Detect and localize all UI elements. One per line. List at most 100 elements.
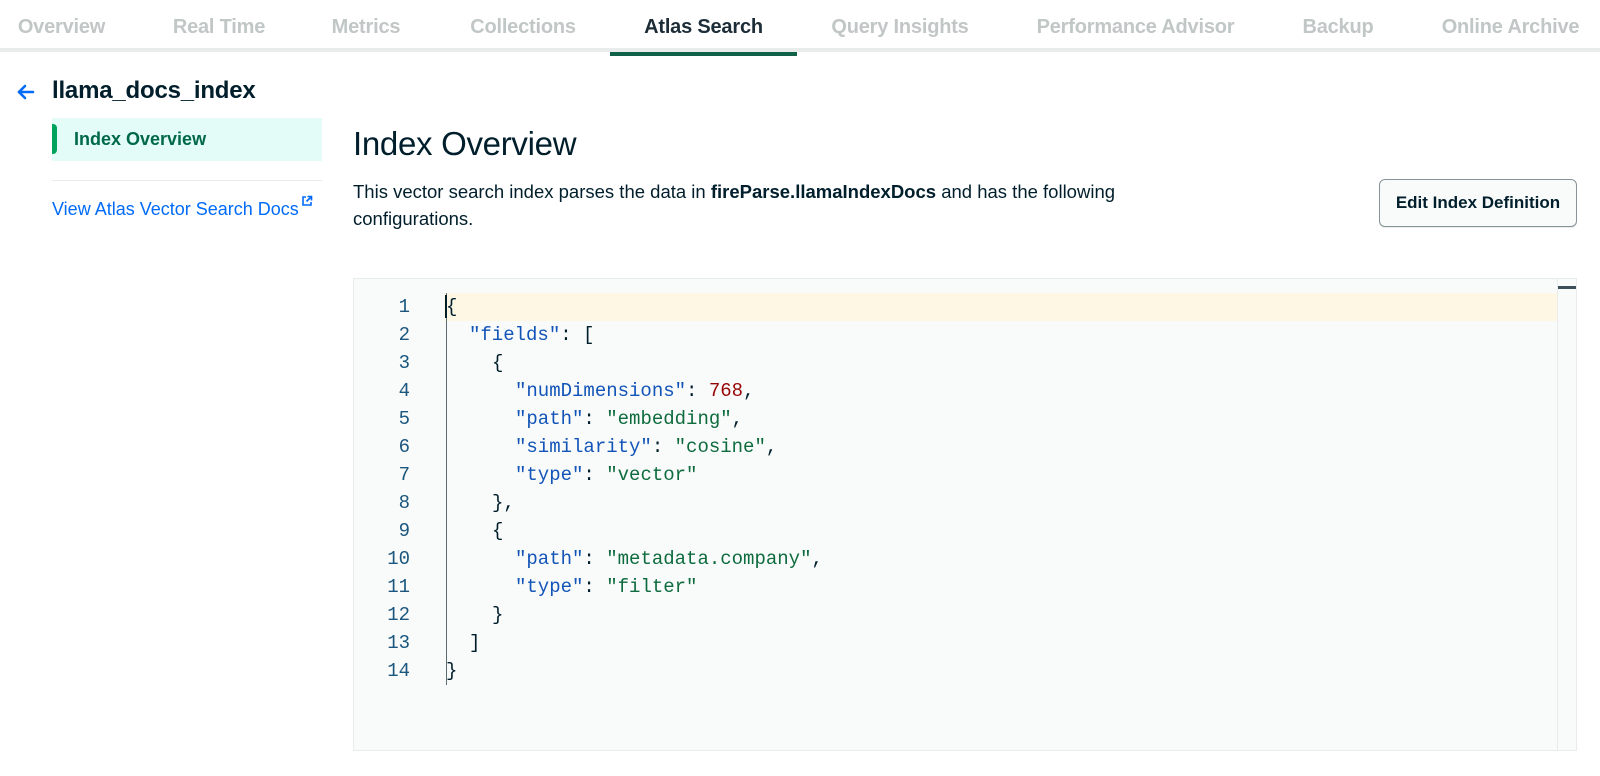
json-punctuation: :	[583, 464, 607, 486]
tab-overview[interactable]: Overview	[0, 0, 123, 52]
json-key: "similarity"	[515, 436, 652, 458]
index-description: This vector search index parses the data…	[353, 178, 1193, 232]
code-line: 6 "similarity": "cosine",	[354, 433, 1554, 461]
line-number: 1	[398, 296, 410, 318]
code-text: "path": "metadata.company",	[515, 545, 823, 573]
line-number: 2	[398, 324, 410, 346]
json-punctuation: {	[492, 352, 504, 374]
external-link-icon	[301, 191, 313, 206]
docs-link-label: View Atlas Vector Search Docs	[52, 199, 299, 219]
tab-backup[interactable]: Backup	[1287, 0, 1389, 52]
code-text: },	[492, 489, 515, 517]
json-punctuation: ,	[743, 380, 755, 402]
code-text: "numDimensions": 768,	[515, 377, 754, 405]
description-prefix: This vector search index parses the data…	[353, 181, 711, 202]
code-text: }	[492, 601, 503, 629]
json-punctuation: :	[651, 436, 675, 458]
code-line: 7 "type": "vector"	[354, 461, 1554, 489]
json-punctuation: {	[446, 296, 458, 318]
tab-metrics[interactable]: Metrics	[316, 0, 416, 52]
json-punctuation: : [	[560, 324, 595, 346]
tab-real-time[interactable]: Real Time	[155, 0, 283, 52]
line-number: 14	[387, 660, 410, 682]
json-punctuation: :	[583, 548, 607, 570]
code-line: 13]	[354, 629, 1554, 657]
sidebar-item-index-overview[interactable]: Index Overview	[52, 118, 322, 161]
tab-collections[interactable]: Collections	[455, 0, 591, 52]
code-line: 3{	[354, 349, 1554, 377]
collection-namespace: fireParse.llamaIndexDocs	[710, 181, 937, 202]
json-string: "vector"	[606, 464, 698, 486]
code-text: "fields": [	[469, 321, 594, 349]
line-number: 4	[398, 380, 410, 402]
json-key: "type"	[515, 576, 584, 598]
code-text: "similarity": "cosine",	[515, 433, 777, 461]
json-string: "embedding"	[606, 408, 732, 430]
json-punctuation: ,	[811, 548, 823, 570]
line-number: 8	[398, 492, 410, 514]
json-key: "numDimensions"	[515, 380, 687, 402]
code-line: 2 "fields": [	[354, 321, 1554, 349]
json-key: "path"	[515, 408, 584, 430]
page-title: Index Overview	[353, 125, 577, 162]
line-number: 13	[387, 632, 410, 654]
line-number: 6	[398, 436, 410, 458]
text-cursor	[445, 295, 447, 318]
code-text: "path": "embedding",	[515, 405, 743, 433]
code-line: 5 "path": "embedding",	[354, 405, 1554, 433]
json-punctuation: {	[492, 520, 504, 542]
sidebar-item-label: Index Overview	[74, 129, 207, 149]
line-number: 9	[398, 520, 410, 542]
json-punctuation: ]	[469, 632, 481, 654]
index-definition-editor[interactable]: 1{2 "fields": [3{4 "numDimensions": 768, 5 "…	[353, 278, 1577, 751]
code-text: "type": "vector"	[515, 461, 697, 489]
editor-scrollbar[interactable]	[1557, 279, 1576, 750]
line-number: 5	[398, 408, 410, 430]
code-line: 11 "type": "filter"	[354, 573, 1554, 601]
arrow-left-icon[interactable]	[16, 80, 36, 104]
code-text: }	[446, 657, 457, 685]
json-punctuation: }	[446, 660, 458, 682]
code-line: 4 "numDimensions": 768,	[354, 377, 1554, 405]
line-number: 10	[387, 548, 410, 570]
json-string: "metadata.company"	[606, 548, 812, 570]
tab-performance-advisor[interactable]: Performance Advisor	[1023, 0, 1248, 52]
json-punctuation: :	[686, 380, 709, 402]
top-tab-bar: Overview Real Time Metrics Collections A…	[0, 0, 1600, 56]
json-key: "path"	[515, 548, 584, 570]
json-punctuation: ,	[765, 436, 778, 458]
line-number: 7	[398, 464, 410, 486]
code-line: 8},	[354, 489, 1554, 517]
code-text: "type": "filter"	[515, 573, 697, 601]
code-line: 10 "path": "metadata.company",	[354, 545, 1554, 573]
json-punctuation: }	[492, 604, 504, 626]
edit-index-definition-button[interactable]: Edit Index Definition	[1379, 179, 1577, 227]
line-number: 11	[387, 576, 410, 598]
active-indicator	[52, 124, 57, 154]
code-text: {	[492, 517, 503, 545]
code-text: ]	[469, 629, 480, 657]
code-line: 12}	[354, 601, 1554, 629]
json-punctuation: ,	[731, 408, 744, 430]
code-text: {	[492, 349, 503, 377]
json-string: "cosine"	[674, 436, 766, 458]
json-number: 768	[708, 380, 744, 402]
json-string: "filter"	[606, 576, 698, 598]
json-punctuation: },	[492, 492, 515, 514]
tab-atlas-search[interactable]: Atlas Search	[610, 0, 797, 56]
code-line: 9{	[354, 517, 1554, 545]
code-line: 14}	[354, 657, 1554, 685]
json-key: "type"	[515, 464, 584, 486]
json-punctuation: :	[583, 408, 607, 430]
json-punctuation: :	[583, 576, 607, 598]
code-line: 1{	[354, 293, 1554, 321]
tab-online-archive[interactable]: Online Archive	[1428, 0, 1593, 52]
scrollbar-thumb[interactable]	[1558, 286, 1576, 289]
code-text: {	[446, 293, 457, 321]
line-number: 3	[398, 352, 410, 374]
sidebar-divider	[52, 180, 322, 181]
docs-link[interactable]: View Atlas Vector Search Docs	[52, 195, 313, 220]
index-name-title: llama_docs_index	[52, 77, 256, 104]
tab-query-insights[interactable]: Query Insights	[820, 0, 980, 52]
json-key: "fields"	[469, 324, 561, 346]
